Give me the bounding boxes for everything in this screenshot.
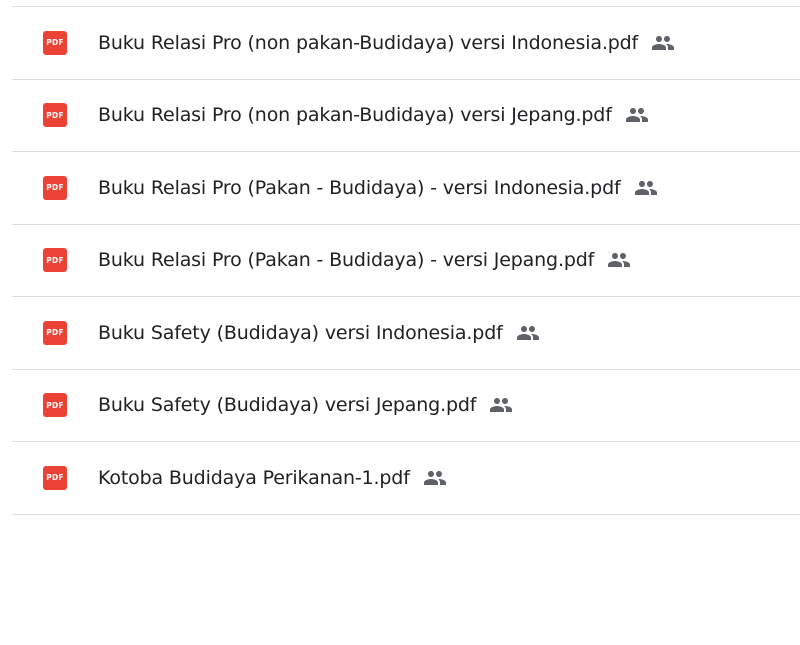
file-name[interactable]: Buku Relasi Pro (Pakan - Budidaya) - ver…	[98, 249, 594, 271]
people-icon	[423, 466, 447, 490]
file-name[interactable]: Buku Safety (Budidaya) versi Jepang.pdf	[98, 394, 476, 416]
pdf-icon: PDF	[43, 465, 67, 490]
people-icon	[625, 103, 649, 127]
file-row[interactable]: PDF Buku Relasi Pro (non pakan-Budidaya)…	[12, 7, 800, 80]
file-name-wrap: Buku Relasi Pro (non pakan-Budidaya) ver…	[98, 103, 649, 127]
file-name-wrap: Buku Safety (Budidaya) versi Jepang.pdf	[98, 393, 513, 417]
file-row[interactable]: PDF Buku Relasi Pro (non pakan-Budidaya)…	[12, 80, 800, 152]
file-row[interactable]: PDF Buku Safety (Budidaya) versi Jepang.…	[12, 370, 800, 442]
file-list: PDF Buku Relasi Pro (non pakan-Budidaya)…	[12, 6, 800, 515]
people-icon	[651, 31, 675, 55]
pdf-icon: PDF	[43, 103, 67, 128]
file-row[interactable]: PDF Buku Safety (Budidaya) versi Indones…	[12, 297, 800, 370]
pdf-icon: PDF	[43, 320, 67, 345]
file-name[interactable]: Buku Safety (Budidaya) versi Indonesia.p…	[98, 322, 503, 344]
people-icon	[489, 393, 513, 417]
file-name[interactable]: Buku Relasi Pro (Pakan - Budidaya) - ver…	[98, 177, 621, 199]
file-name-wrap: Buku Relasi Pro (Pakan - Budidaya) - ver…	[98, 248, 631, 272]
file-name[interactable]: Buku Relasi Pro (non pakan-Budidaya) ver…	[98, 104, 612, 126]
file-name-wrap: Buku Relasi Pro (non pakan-Budidaya) ver…	[98, 31, 675, 55]
file-row[interactable]: PDF Buku Relasi Pro (Pakan - Budidaya) -…	[12, 152, 800, 225]
pdf-icon: PDF	[43, 175, 67, 200]
people-icon	[607, 248, 631, 272]
pdf-icon: PDF	[43, 30, 67, 55]
people-icon	[634, 176, 658, 200]
pdf-icon: PDF	[43, 248, 67, 273]
pdf-icon: PDF	[43, 393, 67, 418]
file-name[interactable]: Kotoba Budidaya Perikanan-1.pdf	[98, 467, 410, 489]
file-name-wrap: Kotoba Budidaya Perikanan-1.pdf	[98, 466, 447, 490]
file-row[interactable]: PDF Buku Relasi Pro (Pakan - Budidaya) -…	[12, 225, 800, 297]
file-name-wrap: Buku Safety (Budidaya) versi Indonesia.p…	[98, 321, 540, 345]
file-name[interactable]: Buku Relasi Pro (non pakan-Budidaya) ver…	[98, 32, 638, 54]
file-name-wrap: Buku Relasi Pro (Pakan - Budidaya) - ver…	[98, 176, 658, 200]
file-row[interactable]: PDF Kotoba Budidaya Perikanan-1.pdf	[12, 442, 800, 515]
people-icon	[516, 321, 540, 345]
